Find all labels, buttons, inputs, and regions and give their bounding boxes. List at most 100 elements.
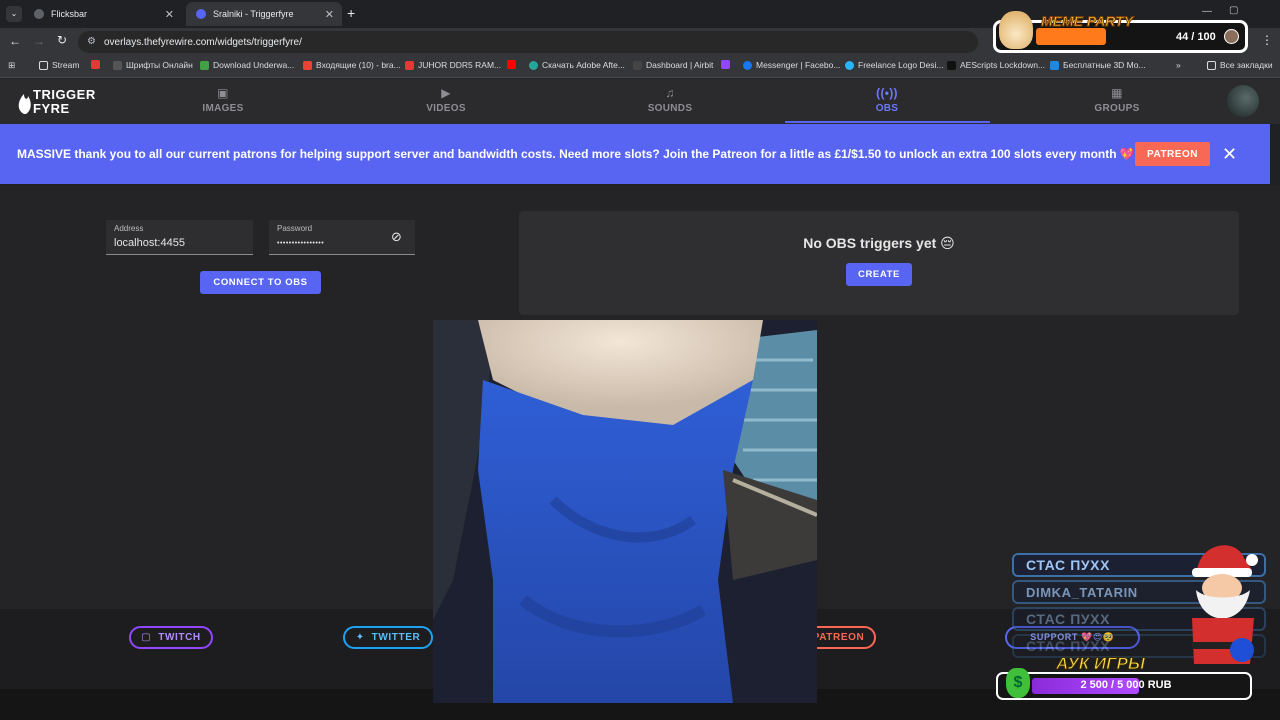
- doge-avatar-icon: [999, 11, 1033, 49]
- bookmark-item[interactable]: [91, 60, 104, 69]
- bookmark-favicon-icon: [91, 60, 100, 69]
- bookmark-item[interactable]: AEScripts Lockdown...: [947, 60, 1045, 70]
- banner-text: MASSIVE thank you to all our current pat…: [17, 147, 1135, 161]
- bookmark-favicon-icon: [405, 60, 414, 70]
- gmail-icon: [303, 60, 312, 70]
- bookmark-item[interactable]: Messenger | Facebo...: [743, 60, 840, 70]
- twitter-icon: ✦: [355, 632, 365, 643]
- apps-icon[interactable]: ⊞: [8, 60, 15, 71]
- logo-text: TRIGGER FYRE: [33, 87, 96, 116]
- bookmark-item[interactable]: Dashboard | Airbit: [633, 60, 713, 70]
- coin-icon: [1224, 29, 1239, 44]
- meme-progress-fill: [1036, 28, 1106, 45]
- password-label: Password: [277, 224, 313, 233]
- bookmark-favicon-icon: [200, 60, 209, 70]
- close-icon[interactable]: ✕: [165, 8, 174, 21]
- youtube-icon: [507, 60, 516, 69]
- donor-name: DIMKA_TATARIN: [1026, 584, 1138, 600]
- menu-icon[interactable]: ⋮: [1261, 33, 1273, 47]
- maximize-icon[interactable]: ▢: [1229, 5, 1238, 16]
- patreon-button[interactable]: PATREON: [1135, 142, 1210, 166]
- bookmark-favicon-icon: [633, 60, 642, 70]
- bookmark-item[interactable]: Бесплатные 3D Mo...: [1050, 60, 1146, 70]
- url-text: overlays.thefyrewire.com/widgets/trigger…: [104, 36, 302, 48]
- tab-label: Flicksbar: [51, 9, 88, 19]
- image-icon: ▣: [217, 86, 229, 100]
- bookmark-favicon-icon: [113, 60, 122, 70]
- bookmark-favicon-icon: [1050, 60, 1059, 70]
- password-field[interactable]: Password •••••••••••••••• ⊘: [269, 220, 415, 255]
- donor-name: СТАС ПУХХ: [1026, 611, 1111, 627]
- twitter-link[interactable]: ✦ TWITTER: [343, 626, 433, 649]
- auction-count: 2 500 / 5 000 RUB: [1080, 679, 1172, 691]
- twitch-icon: [721, 60, 730, 69]
- nav-images[interactable]: ▣ IMAGES: [163, 86, 283, 115]
- close-icon[interactable]: ✕: [1222, 142, 1237, 166]
- meme-count: 44 / 100: [1176, 31, 1216, 43]
- groups-icon: ▦: [1111, 86, 1123, 100]
- bookmark-item[interactable]: [507, 60, 520, 69]
- webcam-image: [433, 320, 817, 703]
- site-info-icon[interactable]: ⚙: [87, 36, 96, 47]
- tab-list-button[interactable]: ⌄: [6, 6, 22, 22]
- folder-icon: [39, 60, 48, 70]
- donor-name: СТАС ПУХХ: [1026, 557, 1111, 573]
- nav-sounds[interactable]: ♫ SOUNDS: [610, 86, 730, 115]
- avatar[interactable]: [1227, 85, 1259, 117]
- bookmark-item[interactable]: Stream: [39, 60, 79, 70]
- nav-active-indicator: [785, 121, 990, 123]
- reload-icon[interactable]: ↻: [57, 33, 67, 47]
- santa-mascot: [1180, 538, 1262, 668]
- patreon-banner: MASSIVE thank you to all our current pat…: [0, 124, 1270, 184]
- back-icon[interactable]: ←: [9, 34, 21, 48]
- tab-triggerfyre[interactable]: Sralniki - Triggerfyre ✕: [186, 2, 342, 26]
- bookmark-item[interactable]: Шрифты Онлайн: [113, 60, 193, 70]
- tab-label: Sralniki - Triggerfyre: [213, 9, 294, 19]
- facebook-icon: [743, 60, 752, 70]
- bookmark-item[interactable]: Download Underwa...: [200, 60, 294, 70]
- address-label: Address: [114, 224, 144, 233]
- triggerfyre-logo[interactable]: TRIGGER FYRE: [16, 88, 100, 116]
- bookmark-item[interactable]: Скачать Adobe Afte...: [529, 60, 625, 70]
- meme-party-widget: MEME PARTY 44 / 100: [993, 11, 1248, 53]
- broadcast-icon: ((•)): [876, 86, 898, 100]
- address-bar[interactable]: ⚙ overlays.thefyrewire.com/widgets/trigg…: [78, 31, 978, 53]
- tab-flicksbar[interactable]: Flicksbar ✕: [24, 2, 182, 26]
- create-button[interactable]: CREATE: [846, 263, 912, 286]
- donor-name: СТАС ПУХХ: [1026, 638, 1111, 654]
- bookmark-item[interactable]: JUHOR DDR5 RAM...: [405, 60, 501, 70]
- globe-icon: [34, 9, 44, 19]
- bookmark-item[interactable]: Входящие (10) - bra...: [303, 60, 401, 70]
- bookmark-item[interactable]: [721, 60, 734, 69]
- music-icon: ♫: [665, 86, 675, 100]
- triggerfyre-favicon-icon: [196, 9, 206, 19]
- bookmark-favicon-icon: [845, 60, 854, 70]
- address-field[interactable]: Address localhost:4455: [106, 220, 253, 255]
- nav-videos[interactable]: ▶ VIDEOS: [386, 86, 506, 115]
- nav-groups[interactable]: ▦ GROUPS: [1057, 86, 1177, 115]
- forward-icon[interactable]: →: [33, 34, 45, 48]
- bookmarks-bar: ⊞ Stream Шрифты Онлайн Download Underwa.…: [0, 56, 1280, 78]
- nav-obs[interactable]: ((•)) OBS: [827, 86, 947, 115]
- new-tab-button[interactable]: +: [347, 6, 355, 20]
- site-navbar: TRIGGER FYRE ▣ IMAGES ▶ VIDEOS ♫ SOUNDS ((•…: [0, 79, 1280, 124]
- connect-to-obs-button[interactable]: CONNECT TO OBS: [200, 271, 321, 294]
- santa-icon: [1192, 545, 1258, 664]
- bookmark-item[interactable]: Freelance Logo Desi...: [845, 60, 944, 70]
- tiktok-icon: [947, 60, 956, 70]
- all-bookmarks[interactable]: Все закладки: [1207, 60, 1273, 70]
- address-value: localhost:4455: [114, 237, 185, 249]
- minimize-icon[interactable]: —: [1202, 6, 1212, 17]
- twitch-icon: ▢: [141, 632, 152, 643]
- auction-widget: $ 2 500 / 5 000 RUB: [996, 668, 1252, 700]
- more-bookmarks-icon[interactable]: »: [1176, 60, 1181, 70]
- webcam-overlay: [433, 320, 817, 703]
- twitch-link[interactable]: ▢ TWITCH: [129, 626, 213, 649]
- close-icon[interactable]: ✕: [325, 8, 334, 21]
- auction-title: АУК ИГРЫ: [1056, 654, 1146, 674]
- folder-icon: [1207, 60, 1216, 70]
- video-icon: ▶: [441, 86, 451, 100]
- meme-title: MEME PARTY: [1040, 13, 1134, 30]
- eye-off-icon[interactable]: ⊘: [391, 229, 402, 245]
- bookmark-favicon-icon: [529, 60, 538, 70]
